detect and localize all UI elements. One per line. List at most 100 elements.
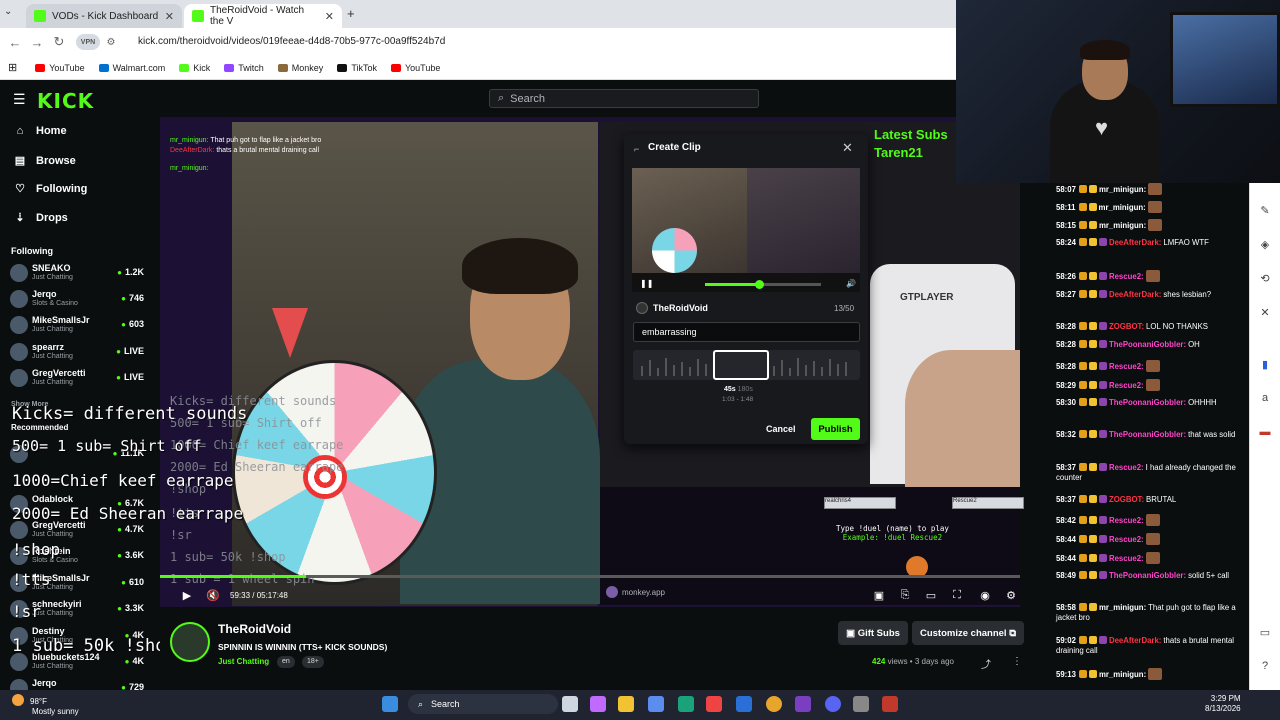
bing-icon[interactable]: ▮ [1258,358,1272,371]
more-options-icon[interactable]: ⋮ [1012,656,1022,667]
bookmark-walmart[interactable]: Walmart.com [98,63,165,73]
search-input[interactable]: ⌕ Search [489,89,759,108]
clip-pause-icon[interactable]: ❚❚ [640,279,653,288]
publish-button[interactable]: Publish [811,418,860,440]
chat-username[interactable]: Rescue2: [1109,554,1144,563]
pip-icon[interactable]: ▣ [871,589,887,602]
settings-icon[interactable] [853,696,869,712]
chat-username[interactable]: mr_minigun: [1099,203,1146,212]
app-icon[interactable] [882,696,898,712]
close-icon[interactable]: ✕ [842,140,853,156]
back-icon[interactable]: ← [4,31,26,53]
clip-title-input[interactable] [633,322,860,342]
bookmark-kick[interactable]: Kick [179,63,210,73]
tab-search-icon[interactable]: ⌄ [4,6,20,22]
app-icon[interactable] [795,696,811,712]
chat-username[interactable]: DeeAfterDark: [1109,238,1161,247]
fullscreen-icon[interactable]: ⛶ [949,589,965,602]
mute-icon[interactable]: 🔇 [205,589,221,602]
chat-username[interactable]: Rescue2: [1109,516,1144,525]
windows-start-icon[interactable] [382,696,398,712]
chat-username[interactable]: Rescue2: [1109,381,1144,390]
chat-username[interactable]: ZOGBOT: [1109,495,1144,504]
site-settings-icon[interactable]: ⚙ [100,31,122,53]
chat-username[interactable]: mr_minigun: [1099,603,1146,612]
discord-icon[interactable] [825,696,841,712]
following-item[interactable]: GregVercettiJust ChattingLIVE [10,366,150,390]
chat-username[interactable]: ThePoonaniGobbler: [1109,571,1186,580]
bookmark-youtube[interactable]: YouTube [35,63,85,73]
amazon-icon[interactable]: a [1258,392,1272,404]
help-icon[interactable]: ? [1258,660,1272,672]
chat-username[interactable]: Rescue2: [1109,272,1144,281]
chat-username[interactable]: Rescue2: [1109,535,1144,544]
chat-username[interactable]: Rescue2: [1109,362,1144,371]
chat-username[interactable]: ThePoonaniGobbler: [1109,398,1186,407]
following-item[interactable]: JerqoSlots & Casino746 [10,287,150,311]
channel-name[interactable]: TheRoidVoid [218,622,291,636]
chat-username[interactable]: mr_minigun: [1099,185,1146,194]
nav-following[interactable]: ♡ Following [14,182,87,196]
play-icon[interactable]: ▶ [179,589,195,602]
taskbar-search[interactable]: ⌕ Search [408,694,558,714]
settings-gear-icon[interactable]: ⚙ [1003,589,1019,602]
briefcase-icon[interactable]: ▬ [1258,426,1272,438]
tab-theroidvoid[interactable]: TheRoidVoid - Watch the V ✕ [184,4,342,28]
bookmark-twitch[interactable]: Twitch [224,63,264,73]
weather-widget[interactable]: 98°F Mostly sunny [12,694,79,717]
clip-selection-handle[interactable] [713,350,769,380]
forward-icon[interactable]: → [26,31,48,53]
copilot-icon[interactable] [590,696,606,712]
chat-username[interactable]: mr_minigun: [1099,670,1146,679]
clip-preview[interactable] [632,168,860,292]
task-view-icon[interactable] [562,696,578,712]
kick-logo[interactable]: KICK [37,89,94,113]
vpn-badge[interactable]: VPN [76,34,100,50]
chat-username[interactable]: mr_minigun: [1099,221,1146,230]
bookmark-monkey[interactable]: Monkey [277,63,323,73]
app-icon[interactable] [706,696,722,712]
taskbar-clock[interactable]: 3:29 PM 8/13/2026 [1205,694,1241,714]
tab-vods-dashboard[interactable]: VODs - Kick Dashboard ✕ [26,4,182,28]
apps-icon[interactable]: ⊞ [8,61,17,74]
clip-back-icon[interactable]: ⌐ [634,144,639,154]
url-field[interactable]: kick.com/theroidvoid/videos/019feeae-d4d… [138,36,445,47]
reload-icon[interactable]: ↻ [48,31,70,53]
chat-username[interactable]: Rescue2: [1109,463,1144,472]
share-icon[interactable]: ⟲ [1258,272,1272,285]
menu-icon[interactable]: ☰ [13,91,26,108]
tag-icon[interactable]: ◈ [1258,238,1272,251]
gift-subs-button[interactable]: ▣ Gift Subs [838,621,908,645]
chat-username[interactable]: ThePoonaniGobbler: [1109,430,1186,439]
following-item[interactable]: MikeSmallsJrJust Chatting603 [10,313,150,337]
edit-icon[interactable]: ✎ [1258,204,1272,217]
cancel-button[interactable]: Cancel [766,420,796,438]
tools-icon[interactable]: ✕ [1258,306,1272,319]
theater-icon[interactable]: ▭ [923,589,939,602]
chat-username[interactable]: DeeAfterDark: [1109,290,1161,299]
close-tab-icon[interactable]: ✕ [165,10,174,23]
channel-avatar[interactable] [170,622,210,662]
customize-channel-button[interactable]: Customize channel ⧉ [912,621,1024,645]
edge-icon[interactable] [678,696,694,712]
file-explorer-icon[interactable] [618,696,634,712]
chrome-icon[interactable] [766,696,782,712]
clip-seek-handle[interactable] [755,280,764,289]
layout-icon[interactable]: ▭ [1258,626,1272,639]
chat-username[interactable]: DeeAfterDark: [1109,636,1161,645]
recommended-item[interactable]: Jerqo729 [10,676,150,690]
store-icon[interactable] [648,696,664,712]
nav-home[interactable]: ⌂ Home [14,125,67,137]
chat-username[interactable]: ZOGBOT: [1109,322,1144,331]
nav-browse[interactable]: ▤ Browse [14,154,76,168]
bookmark-tiktok[interactable]: TikTok [337,63,377,73]
bookmark-youtube-2[interactable]: YouTube [390,63,440,73]
clip-icon[interactable]: ⎘ [897,589,913,602]
chat-username[interactable]: ThePoonaniGobbler: [1109,340,1186,349]
share-icon[interactable]: ⤴ [981,656,991,671]
app-icon[interactable] [736,696,752,712]
close-tab-icon[interactable]: ✕ [325,10,334,23]
clip-volume-icon[interactable]: 🔊 [846,279,856,288]
new-tab-button[interactable]: + [347,6,355,21]
nav-drops[interactable]: ⇣ Drops [14,211,67,225]
